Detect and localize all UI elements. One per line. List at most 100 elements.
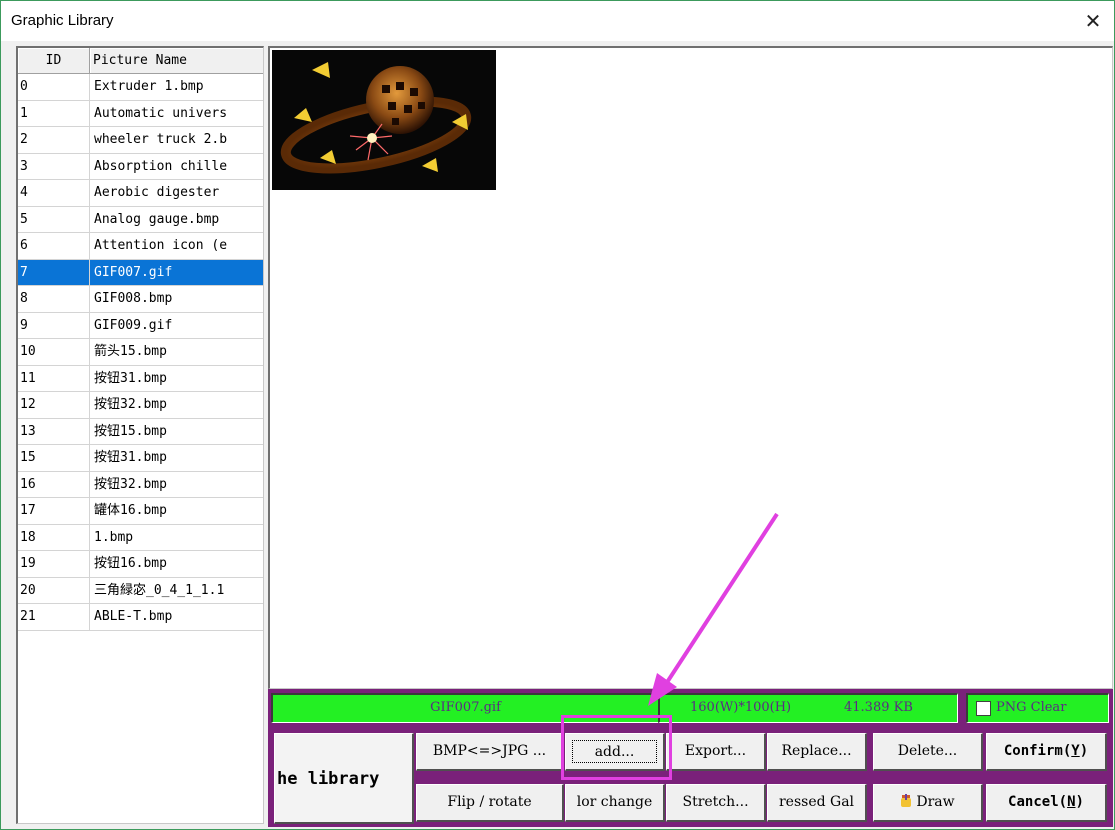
status-dimensions: 160(W)*100(H) — [690, 700, 792, 715]
row-id: 20 — [18, 577, 90, 603]
row-picture-name: 按钮16.bmp — [94, 556, 167, 571]
row-id: 9 — [18, 312, 90, 338]
row-id: 12 — [18, 392, 90, 418]
button-panel: he library BMP<=>JPG ... add... Export..… — [268, 727, 1113, 827]
list-row[interactable]: 5 Analog gauge.bmp — [18, 206, 263, 233]
row-id: 8 — [18, 286, 90, 312]
cancel-label-end: ) — [1075, 794, 1084, 810]
row-picture-name: Attention icon (e — [94, 238, 228, 253]
list-row[interactable]: 12 按钮32.bmp — [18, 392, 263, 419]
row-picture-name: GIF009.gif — [94, 317, 173, 333]
stretch-button[interactable]: Stretch... — [666, 784, 766, 822]
column-header-picture-name[interactable]: Picture Name — [90, 48, 263, 74]
list-row[interactable]: 16 按钮32.bmp — [18, 471, 263, 498]
row-picture-name: Absorption chille — [94, 158, 228, 174]
row-id: 17 — [18, 498, 90, 524]
row-id: 6 — [18, 233, 90, 259]
list-row[interactable]: 15 按钮31.bmp — [18, 445, 263, 472]
row-picture-name: 1.bmp — [94, 529, 134, 545]
cancel-label: Cancel( — [1008, 794, 1068, 810]
row-picture-name: 按钮32.bmp — [94, 476, 167, 492]
row-id: 1 — [18, 100, 90, 126]
status-bar: GIF007.gif 160(W)*100(H) 41.389 KB PNG C… — [268, 689, 1113, 727]
confirm-label-end: ) — [1079, 743, 1089, 759]
row-picture-name: 按钮15.bmp — [94, 423, 167, 439]
png-clear-checkbox[interactable] — [976, 701, 991, 716]
window-title: Graphic Library — [11, 12, 114, 29]
list-row[interactable]: 10 箭头15.bmp — [18, 339, 263, 366]
row-id: 13 — [18, 418, 90, 444]
column-header-id[interactable]: ID — [18, 48, 90, 74]
list-row[interactable]: 3 Absorption chille — [18, 153, 263, 180]
row-id: 21 — [18, 604, 90, 630]
compressed-gallery-button[interactable]: ressed Gal — [767, 784, 867, 822]
cancel-hotkey: N — [1067, 794, 1076, 810]
cancel-button[interactable]: Cancel(N) — [986, 784, 1107, 822]
close-icon[interactable]: ✕ — [1078, 7, 1108, 35]
row-id: 15 — [18, 445, 90, 471]
list-row[interactable]: 17 罐体16.bmp — [18, 498, 263, 525]
list-row[interactable]: 21 ABLE-T.bmp — [18, 604, 263, 631]
row-picture-name: ABLE-T.bmp — [94, 609, 173, 624]
paint-jar-icon — [901, 794, 912, 807]
row-id: 11 — [18, 365, 90, 391]
row-id: 10 — [18, 339, 90, 365]
row-id: 19 — [18, 551, 90, 577]
picture-list[interactable]: ID Picture Name 0 Extruder 1.bmp 1 Automati… — [16, 46, 264, 824]
draw-label: Draw — [916, 794, 955, 810]
list-row[interactable]: 4 Aerobic digester — [18, 180, 263, 207]
list-row[interactable]: 13 按钮15.bmp — [18, 418, 263, 445]
row-picture-name: 按钮31.bmp — [94, 370, 167, 386]
confirm-button[interactable]: Confirm(Y) — [986, 733, 1107, 771]
list-header: ID Picture Name — [18, 48, 263, 74]
row-picture-name: 箭头15.bmp — [94, 344, 167, 359]
confirm-hotkey: Y — [1071, 743, 1080, 759]
row-id: 7 — [18, 259, 90, 285]
flip-rotate-button[interactable]: Flip / rotate — [416, 784, 564, 822]
list-rows: 0 Extruder 1.bmp 1 Automatic univers 2 wheele… — [18, 74, 263, 631]
list-row[interactable]: 9 GIF009.gif — [18, 312, 263, 339]
list-row[interactable]: 6 Attention icon (e — [18, 233, 263, 260]
row-picture-name: 罐体16.bmp — [94, 503, 167, 518]
list-row[interactable]: 11 按钮31.bmp — [18, 365, 263, 392]
row-picture-name: Extruder 1.bmp — [94, 79, 204, 94]
row-picture-name: GIF008.bmp — [94, 291, 173, 306]
png-clear-toggle[interactable]: PNG Clear — [966, 693, 1109, 723]
gear-sphere-thumbnail — [272, 50, 496, 190]
delete-button[interactable]: Delete... — [873, 733, 983, 771]
row-id: 2 — [18, 127, 90, 153]
row-id: 3 — [18, 153, 90, 179]
image-preview — [268, 46, 1113, 689]
list-row[interactable]: 0 Extruder 1.bmp — [18, 74, 263, 101]
row-id: 4 — [18, 180, 90, 206]
annotation-highlight-box — [561, 715, 672, 780]
graphic-library-window: Graphic Library ✕ ID Picture Name 0 Extru… — [0, 0, 1115, 830]
confirm-label: Confirm( — [1003, 743, 1072, 759]
row-picture-name: Aerobic digester — [94, 185, 220, 200]
row-picture-name: 按钮32.bmp — [94, 397, 167, 412]
list-row[interactable]: 2 wheeler truck 2.b — [18, 127, 263, 154]
row-id: 0 — [18, 74, 90, 100]
replace-button[interactable]: Replace... — [767, 733, 867, 771]
color-change-button[interactable]: lor change — [565, 784, 665, 822]
draw-button[interactable]: Draw — [873, 784, 983, 822]
status-size: 160(W)*100(H) 41.389 KB — [658, 693, 958, 723]
png-clear-label: PNG Clear — [996, 700, 1067, 715]
title-bar[interactable]: Graphic Library ✕ — [1, 1, 1114, 41]
list-row[interactable]: 19 按钮16.bmp — [18, 551, 263, 578]
row-picture-name: GIF007.gif — [94, 264, 173, 280]
export-button[interactable]: Export... — [666, 733, 766, 771]
list-row[interactable]: 8 GIF008.bmp — [18, 286, 263, 313]
row-id: 16 — [18, 471, 90, 497]
row-id: 5 — [18, 206, 90, 232]
library-button[interactable]: he library — [274, 733, 414, 824]
list-row[interactable]: 1 Automatic univers — [18, 100, 263, 127]
bmp-jpg-button[interactable]: BMP<=>JPG ... — [416, 733, 564, 771]
list-row[interactable]: 20 三角緑宓_0_4_1_1.1 — [18, 577, 263, 604]
list-row[interactable]: 7 GIF007.gif — [18, 259, 263, 286]
row-picture-name: Analog gauge.bmp — [94, 211, 220, 227]
row-picture-name: Automatic univers — [94, 105, 228, 121]
status-filesize: 41.389 KB — [844, 700, 913, 715]
row-picture-name: 三角緑宓_0_4_1_1.1 — [94, 582, 225, 598]
list-row[interactable]: 18 1.bmp — [18, 524, 263, 551]
